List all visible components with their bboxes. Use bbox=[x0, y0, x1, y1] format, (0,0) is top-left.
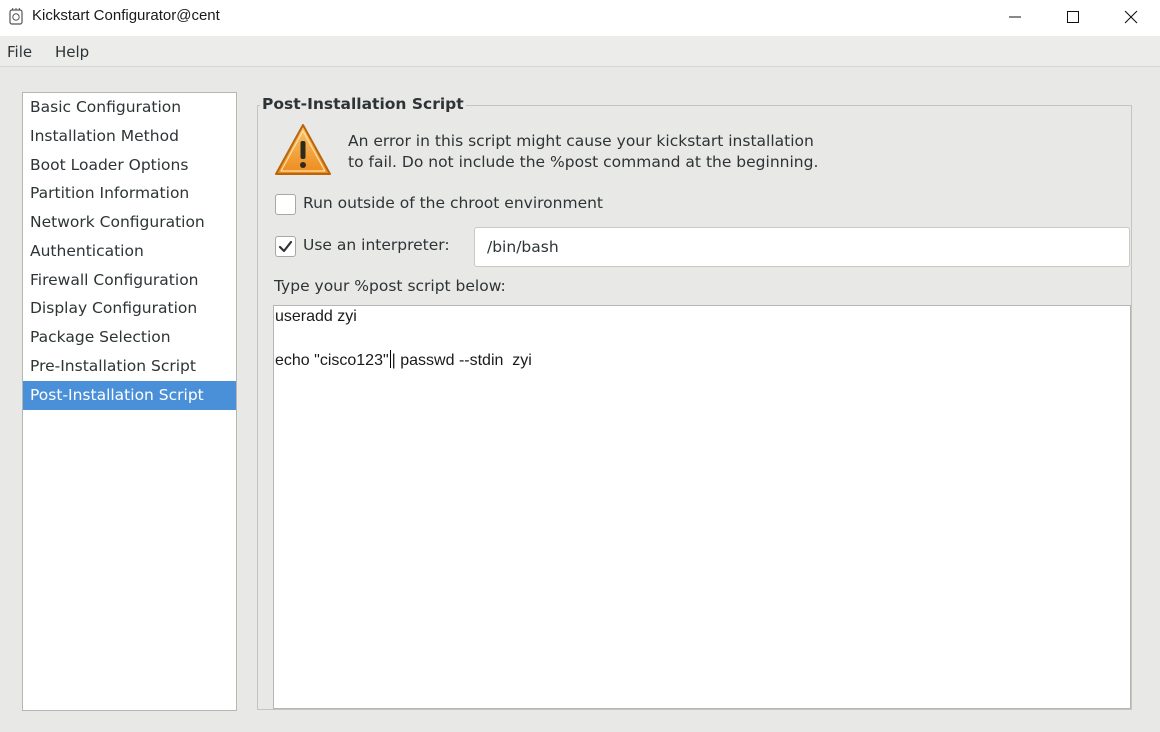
sidebar-item-package-selection[interactable]: Package Selection bbox=[23, 323, 236, 352]
close-icon bbox=[1124, 10, 1138, 24]
text-caret bbox=[389, 350, 391, 368]
menu-bar: File Help bbox=[0, 36, 1160, 67]
sidebar-item-basic-configuration[interactable]: Basic Configuration bbox=[23, 93, 236, 122]
interpreter-checkbox[interactable] bbox=[275, 236, 296, 257]
sidebar-item-authentication[interactable]: Authentication bbox=[23, 237, 236, 266]
sidebar-item-display-configuration[interactable]: Display Configuration bbox=[23, 294, 236, 323]
interpreter-checkbox-label[interactable]: Use an interpreter: bbox=[303, 236, 450, 254]
script-label: Type your %post script below: bbox=[274, 277, 506, 295]
sidebar-item-firewall-configuration[interactable]: Firewall Configuration bbox=[23, 266, 236, 295]
interpreter-input[interactable]: /bin/bash bbox=[474, 227, 1130, 267]
post-script-textarea[interactable]: useradd zyi echo "cisco123" | passwd --st… bbox=[273, 305, 1131, 709]
sidebar-item-post-installation-script[interactable]: Post-Installation Script bbox=[23, 381, 236, 410]
sidebar-item-network-configuration[interactable]: Network Configuration bbox=[23, 208, 236, 237]
minimize-icon bbox=[1009, 16, 1021, 18]
menu-file[interactable]: File bbox=[7, 43, 32, 61]
menu-help[interactable]: Help bbox=[55, 43, 89, 61]
sidebar: Basic Configuration Installation Method … bbox=[22, 92, 237, 711]
warning-message: An error in this script might cause your… bbox=[348, 132, 819, 171]
title-bar: Kickstart Configurator@cent bbox=[0, 0, 1160, 36]
script-line-3-after-caret: | passwd --stdin zyi bbox=[391, 352, 532, 369]
minimize-button[interactable] bbox=[986, 0, 1044, 34]
warning-icon bbox=[275, 124, 331, 175]
chroot-checkbox[interactable] bbox=[275, 194, 296, 215]
frame-title: Post-Installation Script bbox=[260, 95, 466, 113]
close-button[interactable] bbox=[1102, 0, 1160, 34]
sidebar-item-partition-information[interactable]: Partition Information bbox=[23, 179, 236, 208]
kickstart-app-icon bbox=[9, 8, 23, 25]
script-line-1: useradd zyi bbox=[275, 308, 357, 325]
script-line-3-before-caret: echo "cisco123" bbox=[275, 352, 389, 369]
checkmark-icon bbox=[278, 240, 293, 253]
maximize-icon bbox=[1067, 11, 1079, 23]
window-title: Kickstart Configurator@cent bbox=[32, 7, 220, 24]
sidebar-item-boot-loader-options[interactable]: Boot Loader Options bbox=[23, 151, 236, 180]
chroot-checkbox-label[interactable]: Run outside of the chroot environment bbox=[303, 194, 603, 212]
sidebar-item-pre-installation-script[interactable]: Pre-Installation Script bbox=[23, 352, 236, 381]
maximize-button[interactable] bbox=[1044, 0, 1102, 34]
sidebar-item-installation-method[interactable]: Installation Method bbox=[23, 122, 236, 151]
script-line-3: echo "cisco123" | passwd --stdin zyi bbox=[275, 350, 532, 370]
